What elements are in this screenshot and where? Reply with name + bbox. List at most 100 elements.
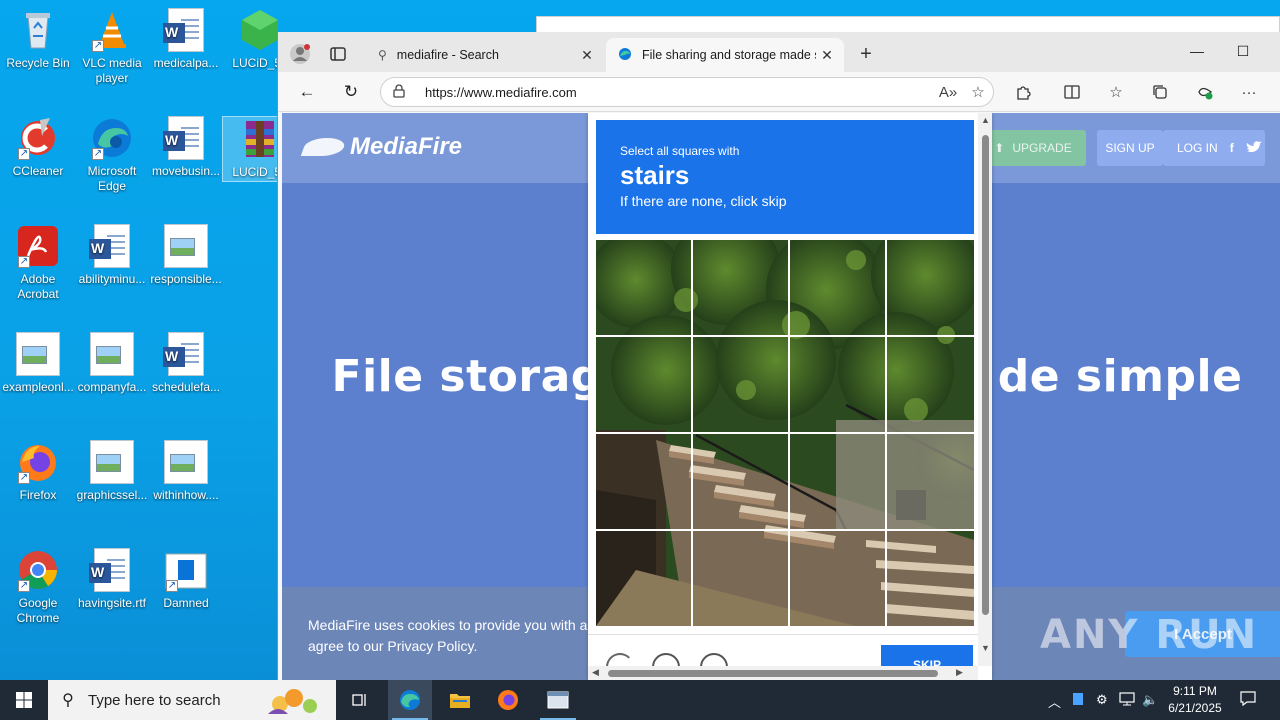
image-file-icon[interactable]: withinhow.... [148,440,224,503]
captcha-tile[interactable] [693,434,788,529]
desktop-icon-label: Adobe Acrobat [17,272,59,301]
edge-browser-window: ⚲ mediafire - Search ✕ File sharing and … [277,32,1280,680]
google-chrome-icon[interactable]: ↗ Google Chrome [0,548,76,626]
image-file-icon[interactable]: exampleonl... [0,332,76,395]
tab-mediafire-search[interactable]: ⚲ mediafire - Search ✕ [366,38,604,72]
more-options-icon[interactable]: ··· [1234,78,1264,106]
desktop-icon-label: Firefox [19,488,57,502]
captcha-tile[interactable] [596,434,691,529]
login-label: LOG IN [1177,141,1218,155]
captcha-header: Select all squares with stairs If there … [596,120,974,234]
upgrade-icon: ⬆ [994,141,1005,155]
scrollbar-thumb[interactable] [608,670,938,677]
tab-actions-icon[interactable] [324,40,352,68]
captcha-instruction: Select all squares with [620,144,740,158]
captcha-tile[interactable] [887,531,980,626]
file-explorer-icon[interactable] [438,680,482,720]
tray-settings-icon[interactable]: ⚙ [1096,692,1108,708]
microsoft-edge-icon[interactable]: ↗ Microsoft Edge [74,116,150,194]
network-icon[interactable] [1119,692,1135,709]
word-file-icon[interactable]: medicalpa... [148,8,224,71]
recycle-bin-icon[interactable]: Recycle Bin [0,8,76,71]
tray-app-icon[interactable] [1072,692,1084,709]
taskbar-search[interactable]: ⚲ Type here to search [48,680,336,720]
notification-icon[interactable] [1240,690,1256,709]
close-tab-icon[interactable]: ✕ [816,47,838,64]
facebook-icon[interactable]: f [1230,141,1234,155]
taskbar-firefox-icon[interactable] [486,680,530,720]
captcha-tile[interactable] [887,337,980,432]
captcha-tile[interactable] [790,434,885,529]
image-file-icon[interactable]: companyfa... [74,332,150,395]
scrollbar-thumb[interactable] [982,135,989,615]
word-file-icon[interactable]: abilityminu... [74,224,150,287]
firefox-icon[interactable]: ↗ Firefox [0,440,76,503]
favorites-icon[interactable]: ☆ [1101,78,1131,106]
captcha-tile[interactable] [887,240,980,335]
minimize-icon[interactable]: — [1174,36,1220,66]
tab-mediafire[interactable]: File sharing and storage made sin ✕ [606,38,844,72]
captcha-tile[interactable] [693,240,788,335]
captcha-tile[interactable] [596,531,691,626]
url-field[interactable]: https://www.mediafire.com A» ☆ [380,77,994,107]
task-view-icon[interactable] [340,680,380,720]
split-screen-icon[interactable] [1057,78,1087,106]
desktop-icon-label: VLC media player [82,56,142,85]
captcha-tile[interactable] [887,434,980,529]
search-icon: ⚲ [62,692,74,709]
upgrade-button[interactable]: ⬆ UPGRADE [980,130,1086,166]
desktop-icon-label: schedulefa... [151,380,221,394]
favorite-star-icon[interactable]: ☆ [963,83,993,101]
collections-icon[interactable] [1145,78,1175,106]
browser-essentials-icon[interactable] [1190,78,1220,106]
vlc-icon[interactable]: ↗ VLC media player [74,8,150,86]
desktop-icon-label: Recycle Bin [6,56,70,70]
flame-icon [300,138,348,156]
desktop-icon-label: companyfa... [77,380,147,394]
page-viewport: MediaFire ⬆ UPGRADE SIGN UP LOG IN f Fil… [282,113,1280,680]
system-clock[interactable]: 9:11 PM 6/21/2025 [1158,683,1232,717]
captcha-vertical-scrollbar[interactable]: ▲ ▼ [978,113,992,666]
taskbar: ⚲ Type here to search ︿ ⚙ 🔈 9:11 PM 6/21… [0,680,1280,720]
refresh-icon[interactable]: ↻ [336,78,366,106]
signup-button[interactable]: SIGN UP [1097,130,1163,166]
captcha-tile[interactable] [596,337,691,432]
taskbar-app-icon[interactable] [536,680,580,720]
maximize-icon[interactable]: ☐ [1220,36,1266,66]
mediafire-logo[interactable]: MediaFire [300,133,462,161]
login-button[interactable]: LOG IN f [1163,130,1265,166]
new-tab-icon[interactable]: + [852,40,880,68]
desktop-icon-label: Microsoft Edge [87,164,137,193]
start-button[interactable] [0,680,48,720]
read-aloud-icon[interactable]: A» [933,84,963,101]
twitter-icon[interactable] [1246,140,1262,157]
captcha-tile[interactable] [693,337,788,432]
word-file-icon[interactable]: havingsite.rtf [74,548,150,611]
captcha-hint: If there are none, click skip [620,193,787,209]
close-tab-icon[interactable]: ✕ [576,47,598,64]
captcha-target-word: stairs [620,160,690,190]
extensions-icon[interactable] [1008,78,1038,106]
captcha-tile[interactable] [790,337,885,432]
captcha-tile[interactable] [596,240,691,335]
desktop-icon-label: Google Chrome [16,596,60,625]
back-icon[interactable]: ← [292,78,322,106]
captcha-grid [596,240,980,626]
word-file-icon[interactable]: movebusin... [148,116,224,179]
captcha-horizontal-scrollbar[interactable]: ◀ ▶ [588,666,978,680]
ccleaner-icon[interactable]: ↗ CCleaner [0,116,76,179]
image-file-icon[interactable]: graphicssel... [74,440,150,503]
damned-app-icon[interactable]: ↗ Damned [148,548,224,611]
edge-icon [618,47,632,64]
word-file-icon[interactable]: schedulefa... [148,332,224,395]
captcha-tile[interactable] [790,531,885,626]
profile-icon[interactable] [286,40,314,68]
image-file-icon[interactable]: responsible... [148,224,224,287]
taskbar-edge-icon[interactable] [388,680,432,720]
adobe-acrobat-icon[interactable]: ↗ Adobe Acrobat [0,224,76,302]
captcha-tile[interactable] [693,531,788,626]
desktop-icon-label: CCleaner [12,164,64,178]
captcha-tile[interactable] [790,240,885,335]
chevron-up-icon[interactable]: ︿ [1048,692,1061,711]
volume-icon[interactable]: 🔈 [1142,692,1158,708]
